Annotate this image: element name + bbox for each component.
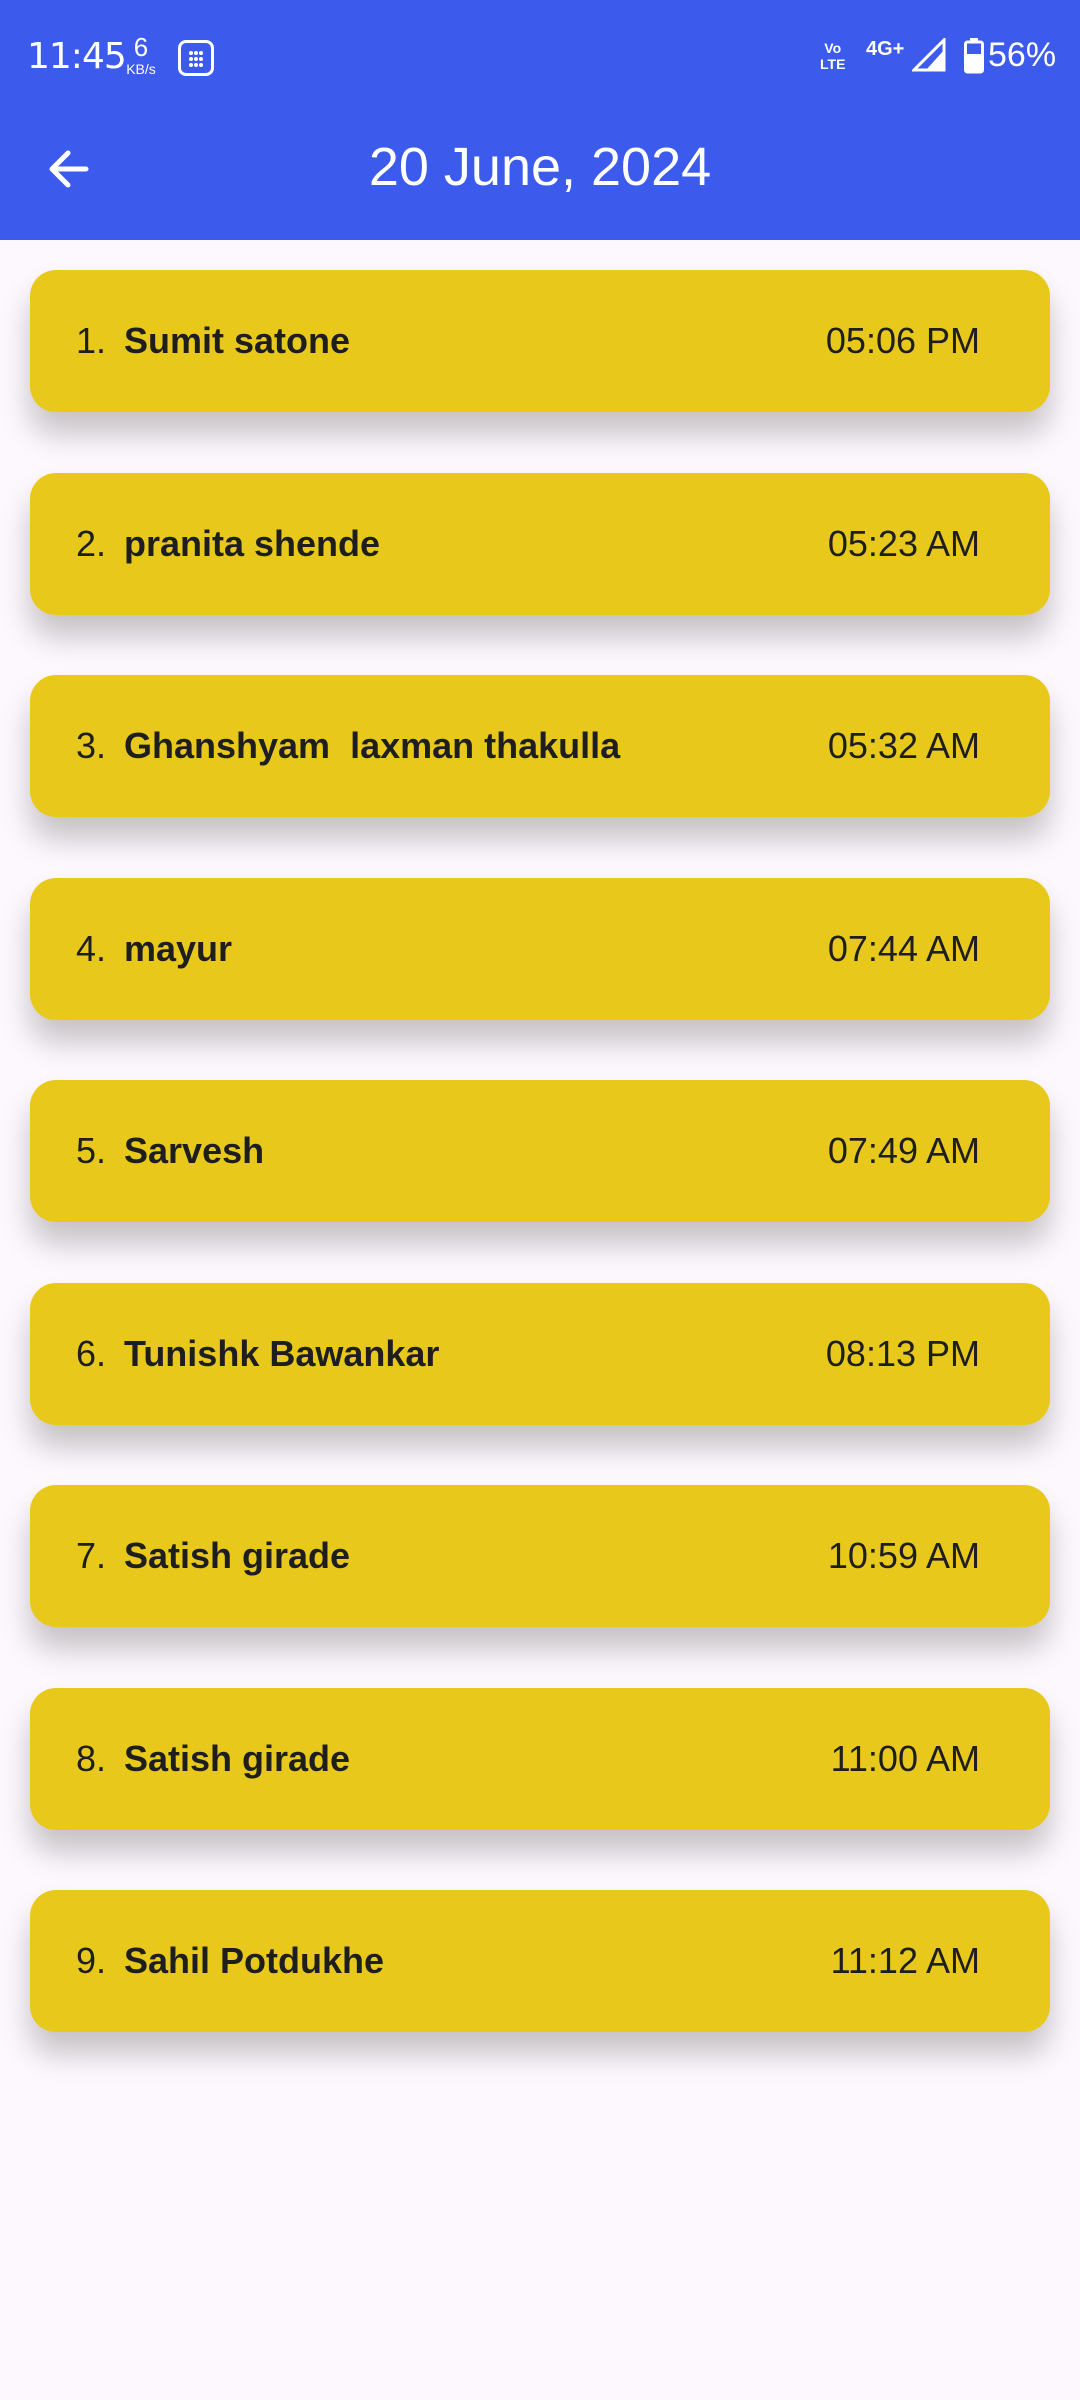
entry-time: 11:00 AM	[830, 1738, 980, 1779]
page-title: 20 June, 2024	[368, 137, 712, 197]
entry-time: 08:13 PM	[825, 1333, 980, 1374]
list-item[interactable]: 8. Satish girade 11:00 AM	[30, 1688, 1050, 1830]
entry-time: 10:59 AM	[827, 1535, 980, 1576]
entry-index: 2.	[76, 523, 107, 564]
battery-icon	[964, 38, 984, 79]
volte-bottom: LTE	[820, 56, 846, 72]
list-item[interactable]: 7. Satish girade 10:59 AM	[30, 1485, 1050, 1627]
entry-name: mayur	[124, 928, 233, 969]
entry-index: 4.	[76, 928, 107, 969]
list-item[interactable]: 1. Sumit satone 05:06 PM	[30, 270, 1050, 412]
entry-name: Satish girade	[124, 1535, 351, 1576]
list-item[interactable]: 9. Sahil Potdukhe 11:12 AM	[30, 1890, 1050, 2032]
entry-time: 05:06 PM	[825, 320, 980, 361]
entry-index: 5.	[76, 1130, 107, 1171]
list-item[interactable]: 6. Tunishk Bawankar 08:13 PM	[30, 1283, 1050, 1425]
entry-time: 11:12 AM	[830, 1940, 980, 1981]
list-item[interactable]: 5. Sarvesh 07:49 AM	[30, 1080, 1050, 1222]
entry-name: Sahil Potdukhe	[124, 1940, 385, 1981]
entry-name: pranita shende	[124, 523, 381, 564]
network-type: 4G+	[866, 38, 905, 60]
status-time: 11:45	[27, 36, 127, 77]
network-speed-value: 6	[133, 32, 149, 62]
entry-name: Ghanshyam laxman thakulla	[124, 725, 621, 766]
entry-index: 8.	[76, 1738, 107, 1779]
entry-index: 1.	[76, 320, 107, 361]
entry-index: 7.	[76, 1535, 107, 1576]
app-bar: 11:45 6 KB/s Vo LTE 4G+ 56% 20 June, 202…	[0, 0, 1080, 240]
entry-time: 07:49 AM	[827, 1130, 980, 1171]
entry-index: 9.	[76, 1940, 107, 1981]
entry-name: Sumit satone	[124, 320, 351, 361]
list-item[interactable]: 4. mayur 07:44 AM	[30, 878, 1050, 1020]
volte-indicator: Vo LTE	[820, 40, 845, 72]
entry-time: 05:32 AM	[827, 725, 980, 766]
network-speed-unit: KB/s	[126, 61, 156, 77]
entry-time: 07:44 AM	[827, 928, 980, 969]
network-speed: 6 KB/s	[120, 34, 162, 76]
entry-index: 6.	[76, 1333, 107, 1374]
entry-name: Sarvesh	[124, 1130, 265, 1171]
entry-time: 05:23 AM	[827, 523, 980, 564]
entry-name: Satish girade	[124, 1738, 351, 1779]
calculator-icon	[178, 40, 214, 76]
status-bar: 11:45 6 KB/s Vo LTE 4G+ 56%	[0, 0, 1080, 116]
entry-name: Tunishk Bawankar	[124, 1333, 440, 1374]
volte-top: Vo	[824, 40, 842, 56]
list-item[interactable]: 3. Ghanshyam laxman thakulla 05:32 AM	[30, 675, 1050, 817]
entry-index: 3.	[76, 725, 107, 766]
signal-icon	[910, 36, 946, 77]
battery-percent: 56%	[988, 36, 1057, 74]
list-item[interactable]: 2. pranita shende 05:23 AM	[30, 473, 1050, 615]
